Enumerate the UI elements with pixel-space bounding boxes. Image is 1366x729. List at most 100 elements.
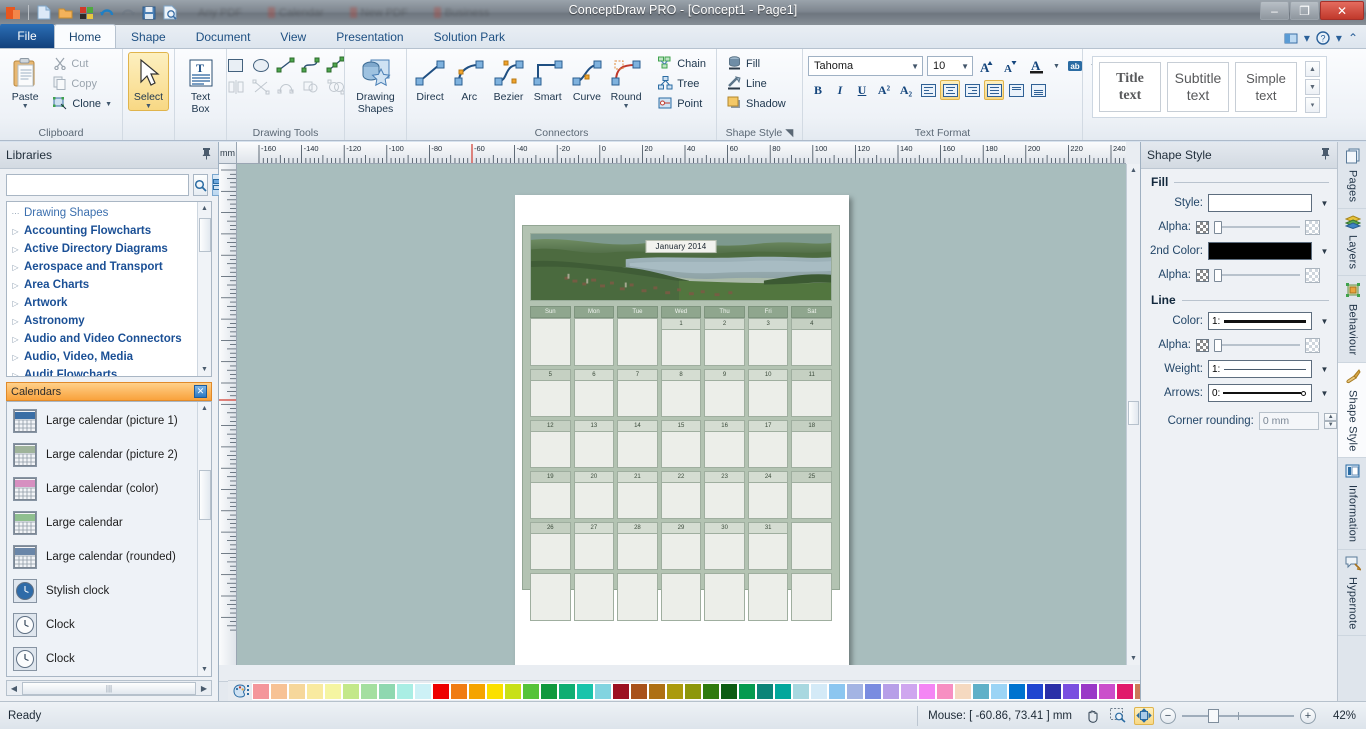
align-center-button[interactable]	[940, 80, 960, 100]
open-folder-icon[interactable]	[56, 4, 74, 22]
color-swatch[interactable]	[288, 682, 306, 700]
calendar-day-cell[interactable]: 25	[791, 471, 833, 519]
library-shape-item[interactable]: Clock	[7, 608, 211, 642]
calendar-day-cell[interactable]: 18	[791, 420, 833, 468]
calendar-day-cell[interactable]: 14	[617, 420, 658, 468]
calendar-day-cell[interactable]	[791, 522, 833, 570]
color-swatch[interactable]	[522, 682, 540, 700]
vertical-ruler[interactable]	[219, 164, 237, 665]
select-caret-icon[interactable]: ▼	[145, 103, 152, 110]
chain-button[interactable]: Chain	[653, 54, 711, 74]
color-swatch[interactable]	[738, 682, 756, 700]
fill-alpha-end-icon[interactable]	[1305, 219, 1320, 235]
scrollbar-thumb[interactable]	[199, 470, 211, 520]
tab-presentation[interactable]: Presentation	[321, 25, 418, 48]
tab-solution-park[interactable]: Solution Park	[419, 25, 520, 48]
library-tree-item[interactable]: ▷ Audio, Video, Media	[11, 348, 211, 366]
library-hscrollbar[interactable]: ◀ ||| ▶	[6, 680, 212, 696]
connector-direct-button[interactable]: Direct	[412, 52, 448, 104]
calendar-day-cell[interactable]: 23	[704, 471, 745, 519]
grow-font-button[interactable]: A	[977, 56, 997, 76]
color-swatch[interactable]	[864, 682, 882, 700]
calendar-day-cell[interactable]: 30	[704, 522, 745, 570]
line-tool-icon[interactable]	[275, 55, 297, 75]
calendar-day-cell[interactable]	[573, 318, 615, 366]
zoom-slider-handle[interactable]	[1208, 708, 1219, 723]
shadow-button[interactable]: Shadow	[722, 94, 791, 114]
ribbon-right-controls[interactable]: ▾ ? ▾ ⌃	[1284, 31, 1366, 48]
calendar-day-cell[interactable]: 11	[791, 369, 833, 417]
page-sheet[interactable]: January 2014 Sun Mon Tue Wed Thu Fri Sat 12345…	[515, 195, 849, 665]
library-scrollbar[interactable]: ▲ ▼	[197, 402, 211, 676]
minimize-button[interactable]: –	[1260, 1, 1289, 20]
library-tree-item[interactable]: ▷ Accounting Flowcharts	[11, 222, 211, 240]
color-swatch[interactable]	[936, 682, 954, 700]
expand-arrow-icon[interactable]: ▷	[11, 335, 20, 344]
palette-icon[interactable]	[230, 684, 252, 698]
search-input[interactable]	[6, 174, 189, 196]
round-caret-icon[interactable]: ▼	[623, 103, 630, 110]
ruler-unit-label[interactable]: mm	[219, 142, 237, 163]
scroll-up-icon[interactable]: ▲	[198, 402, 211, 415]
font-name-caret-icon[interactable]: ▼	[911, 62, 919, 71]
calendar-day-cell[interactable]: 20	[573, 471, 615, 519]
line-alpha-end-icon[interactable]	[1305, 337, 1320, 353]
tab-home[interactable]: Home	[54, 24, 117, 48]
calendar-day-cell[interactable]: 22	[660, 471, 702, 519]
line-alpha-slider[interactable]	[1214, 338, 1300, 352]
right-tab-information[interactable]: Information	[1338, 458, 1366, 550]
color-swatch[interactable]	[666, 682, 684, 700]
shape-style-dialog-launcher-icon[interactable]: ◥	[785, 127, 793, 139]
color-swatch[interactable]	[1080, 682, 1098, 700]
superscript-button[interactable]: A²	[874, 80, 894, 100]
corner-rounding-value[interactable]: 0 mm	[1258, 412, 1320, 430]
color-swatch[interactable]	[990, 682, 1008, 700]
underline-button[interactable]: U	[852, 80, 872, 100]
calendar-day-cell[interactable]: 9	[704, 369, 745, 417]
color-swatch[interactable]	[450, 682, 468, 700]
subscript-button[interactable]: A₂	[896, 80, 916, 100]
canvas-scroll-up-icon[interactable]: ▲	[1127, 164, 1140, 177]
print-preview-icon[interactable]	[161, 4, 179, 22]
bold-button[interactable]: B	[808, 80, 828, 100]
color-swatch[interactable]	[270, 682, 288, 700]
calendar-day-cell[interactable]: 15	[660, 420, 702, 468]
fill-style-dropdown-icon[interactable]: ▼	[1317, 196, 1332, 211]
color-swatch[interactable]	[792, 682, 810, 700]
libraries-tree[interactable]: ⋯ Drawing Shapes ▷ Accounting Flowcharts ▷ Ac…	[6, 201, 212, 377]
color-swatch[interactable]	[594, 682, 612, 700]
right-tab-pages[interactable]: Pages	[1338, 142, 1366, 210]
library-tree-item[interactable]: ▷ Active Directory Diagrams	[11, 240, 211, 258]
color-swatch[interactable]	[360, 682, 378, 700]
calendar-day-cell[interactable]	[704, 573, 745, 621]
libraries-tree-scrollbar[interactable]: ▲ ▼	[197, 202, 211, 376]
app-logo-icon[interactable]	[4, 4, 22, 22]
calendar-day-cell[interactable]: 17	[747, 420, 789, 468]
color-swatch[interactable]	[612, 682, 630, 700]
calendar-day-cell[interactable]	[530, 318, 571, 366]
color-swatch[interactable]	[504, 682, 522, 700]
second-color-dropdown-icon[interactable]: ▼	[1317, 244, 1332, 259]
gallery-scroll-down-icon[interactable]: ▼	[1305, 79, 1320, 95]
color-swatch[interactable]	[918, 682, 936, 700]
color-swatch[interactable]	[774, 682, 792, 700]
color-swatch[interactable]	[882, 682, 900, 700]
calendar-day-cell[interactable]: 8	[660, 369, 702, 417]
align-justify-button[interactable]	[984, 80, 1004, 100]
color-swatch[interactable]	[828, 682, 846, 700]
ellipse-tool-icon[interactable]	[250, 55, 272, 75]
color-swatch[interactable]	[1098, 682, 1116, 700]
window-controls[interactable]: – ❐ ✕	[1259, 1, 1364, 20]
connector-round-button[interactable]: Round ▼	[608, 52, 644, 111]
fill-alpha-slider[interactable]	[1214, 220, 1300, 234]
save-icon[interactable]	[140, 4, 158, 22]
expand-arrow-icon[interactable]: ▷	[11, 245, 20, 254]
color-swatch[interactable]	[972, 682, 990, 700]
arc-tool-icon[interactable]	[300, 55, 322, 75]
connector-curve-button[interactable]: Curve	[569, 52, 605, 104]
pin-icon[interactable]	[1320, 147, 1331, 163]
calendar-day-cell[interactable]: 2	[704, 318, 745, 366]
color-swatch[interactable]	[954, 682, 972, 700]
color-swatch[interactable]	[324, 682, 342, 700]
expand-arrow-icon[interactable]: ▷	[11, 371, 20, 377]
